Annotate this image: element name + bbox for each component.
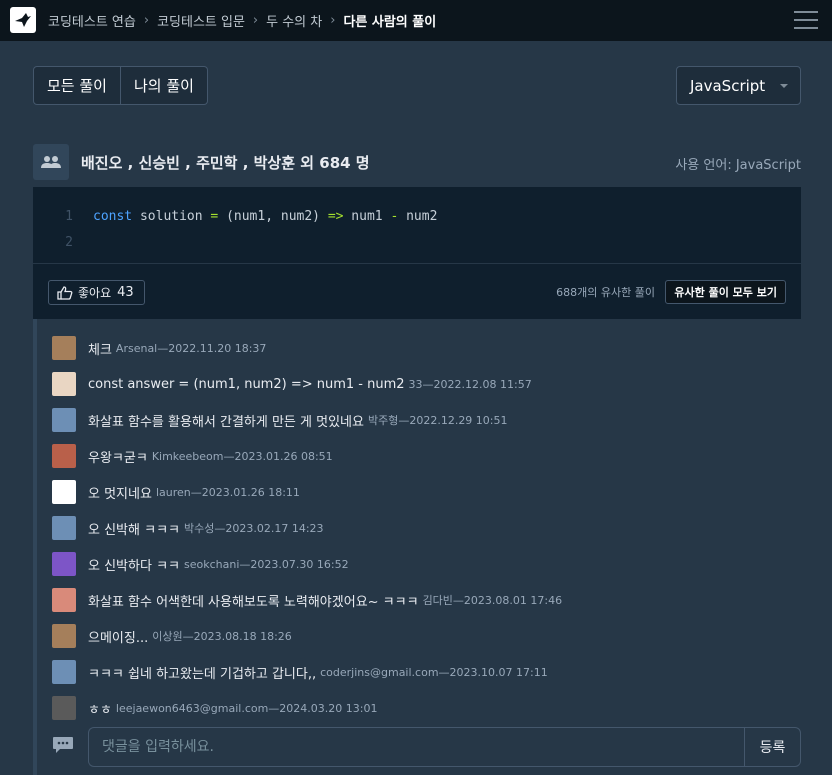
top-nav-bar: 코딩테스트 연습 › 코딩테스트 입문 › 두 수의 차 › 다른 사람의 풀이 (0, 0, 832, 41)
group-users-icon (33, 144, 69, 180)
comment-item: const answer = (num1, num2) => num1 - nu… (52, 372, 532, 396)
comment-item: 화살표 함수를 활용해서 간결하게 만든 게 멋있네요 박주형—2022.12.2… (52, 408, 508, 432)
comment-meta: 김다빈—2023.08.01 17:46 (422, 594, 563, 607)
avatar[interactable] (52, 696, 76, 720)
comment-item: ㅎㅎ leejaewon6463@gmail.com—2024.03.20 13:… (52, 696, 378, 720)
comment-text: 오 신박하다 ㅋㅋ (88, 558, 180, 574)
code-operator: => (327, 208, 344, 224)
code-keyword: const (93, 208, 133, 224)
like-button[interactable]: 좋아요 43 (48, 280, 145, 305)
comment-item: 오 신박해 ㅋㅋㅋ 박수성—2023.02.17 14:23 (52, 516, 324, 540)
line-number: 1 (65, 208, 73, 224)
like-label: 좋아요 (78, 286, 112, 300)
comment-text: ㅎㅎ (88, 702, 112, 718)
comment-item: 오 신박하다 ㅋㅋ seokchani—2023.07.30 16:52 (52, 552, 349, 576)
avatar[interactable] (52, 516, 76, 540)
hamburger-menu-icon[interactable] (794, 11, 818, 29)
comment-text: ㅋㅋㅋ 쉽네 하고왔는데 기겁하고 갑니다,, (88, 666, 317, 682)
solution-filter-group: 모든 풀이 나의 풀이 (33, 66, 208, 105)
comment-text: const answer = (num1, num2) => num1 - nu… (88, 376, 405, 392)
comment-item: 오 멋지네요 lauren—2023.01.26 18:11 (52, 480, 300, 504)
avatar[interactable] (52, 624, 76, 648)
comment-text: 우왕ㅋ굳ㅋ (88, 450, 148, 466)
comment-item: 화살표 함수 어색한데 사용해보도록 노력해야겠어요~ ㅋㅋㅋ 김다빈—2023.… (52, 588, 562, 612)
comment-item: 우왕ㅋ굳ㅋ Kimkeebeom—2023.01.26 08:51 (52, 444, 333, 468)
my-solutions-button[interactable]: 나의 풀이 (120, 66, 208, 105)
chat-bubble-icon (53, 737, 73, 753)
code-line: 2 (33, 231, 93, 253)
chevron-right-icon: › (143, 13, 150, 28)
avatar[interactable] (52, 408, 76, 432)
comment-item: 체크 Arsenal—2022.11.20 18:37 (52, 336, 266, 360)
language-select-value: JavaScript (690, 76, 766, 95)
language-used: 사용 언어: JavaScript (675, 158, 801, 173)
like-count: 43 (117, 285, 134, 300)
avatar[interactable] (52, 336, 76, 360)
comment-meta: 박주형—2022.12.29 10:51 (367, 414, 508, 427)
caret-down-icon (780, 84, 788, 88)
chevron-right-icon: › (252, 13, 259, 28)
comment-meta: seokchani—2023.07.30 16:52 (184, 557, 349, 571)
breadcrumb-item-practice[interactable]: 코딩테스트 연습 (48, 11, 136, 30)
code-operator: - (390, 208, 399, 224)
code-text: num2 (398, 208, 438, 224)
avatar[interactable] (52, 588, 76, 612)
comment-meta: coderjins@gmail.com—2023.10.07 17:11 (320, 665, 548, 679)
line-number: 2 (65, 234, 73, 250)
chevron-right-icon: › (330, 13, 336, 28)
language-select[interactable]: JavaScript (676, 66, 801, 105)
avatar[interactable] (52, 660, 76, 684)
comment-meta: 33—2022.12.08 11:57 (408, 377, 532, 391)
solution-authors: 배진오 , 신승빈 , 주민학 , 박상훈 외 684 명 (81, 154, 370, 172)
comment-text: 체크 (88, 342, 112, 358)
comment-text: 오 신박해 ㅋㅋㅋ (88, 522, 180, 538)
thumbs-up-icon (57, 285, 73, 300)
breadcrumb-item-problem[interactable]: 두 수의 차 (266, 11, 322, 30)
submit-comment-button[interactable]: 등록 (744, 727, 801, 767)
comment-meta: Arsenal—2022.11.20 18:37 (115, 341, 267, 355)
comment-text: 으메이징... (88, 630, 149, 646)
comment-item: 으메이징... 이상원—2023.08.18 18:26 (52, 624, 292, 648)
comment-rail (33, 319, 37, 775)
comment-meta: 이상원—2023.08.18 18:26 (152, 630, 292, 643)
code-operator: = (210, 208, 219, 224)
breadcrumb-item-intro[interactable]: 코딩테스트 입문 (157, 11, 245, 30)
code-block: 1 const solution = (num1, num2) => num1 … (33, 187, 801, 263)
all-solutions-button[interactable]: 모든 풀이 (33, 66, 121, 105)
comment-meta: Kimkeebeom—2023.01.26 08:51 (151, 449, 333, 463)
comment-item: ㅋㅋㅋ 쉽네 하고왔는데 기겁하고 갑니다,, coderjins@gmail.c… (52, 660, 548, 684)
comment-text: 화살표 함수 어색한데 사용해보도록 노력해야겠어요~ ㅋㅋㅋ (88, 594, 419, 610)
programmers-logo-icon[interactable] (10, 7, 36, 33)
solution-action-bar: 좋아요 43 688개의 유사한 풀이 유사한 풀이 모두 보기 (33, 263, 801, 319)
view-similar-button[interactable]: 유사한 풀이 모두 보기 (665, 280, 786, 304)
comment-meta: 박수성—2023.02.17 14:23 (184, 522, 324, 535)
comment-meta: leejaewon6463@gmail.com—2024.03.20 13:01 (115, 701, 378, 715)
solution-header: 배진오 , 신승빈 , 주민학 , 박상훈 외 684 명 사용 언어: Jav… (33, 144, 801, 180)
breadcrumb: 코딩테스트 연습 › 코딩테스트 입문 › 두 수의 차 › 다른 사람의 풀이 (48, 0, 436, 41)
comment-text: 화살표 함수를 활용해서 간결하게 만든 게 멋있네요 (88, 414, 364, 430)
avatar[interactable] (52, 480, 76, 504)
comment-meta: lauren—2023.01.26 18:11 (155, 485, 300, 499)
similar-count: 688개의 유사한 풀이 (556, 286, 655, 299)
comment-text: 오 멋지네요 (88, 486, 152, 502)
breadcrumb-item-current: 다른 사람의 풀이 (343, 15, 437, 30)
avatar[interactable] (52, 552, 76, 576)
code-text: solution (132, 208, 211, 224)
code-text: (num1, num2) (218, 208, 328, 224)
code-text: num1 (343, 208, 391, 224)
comment-input[interactable] (88, 727, 745, 767)
comment-form: 등록 (52, 727, 801, 767)
avatar[interactable] (52, 372, 76, 396)
comment-list: 체크 Arsenal—2022.11.20 18:37 const answer =… (33, 319, 801, 775)
code-line: 1 const solution = (num1, num2) => num1 … (33, 205, 437, 227)
avatar[interactable] (52, 444, 76, 468)
